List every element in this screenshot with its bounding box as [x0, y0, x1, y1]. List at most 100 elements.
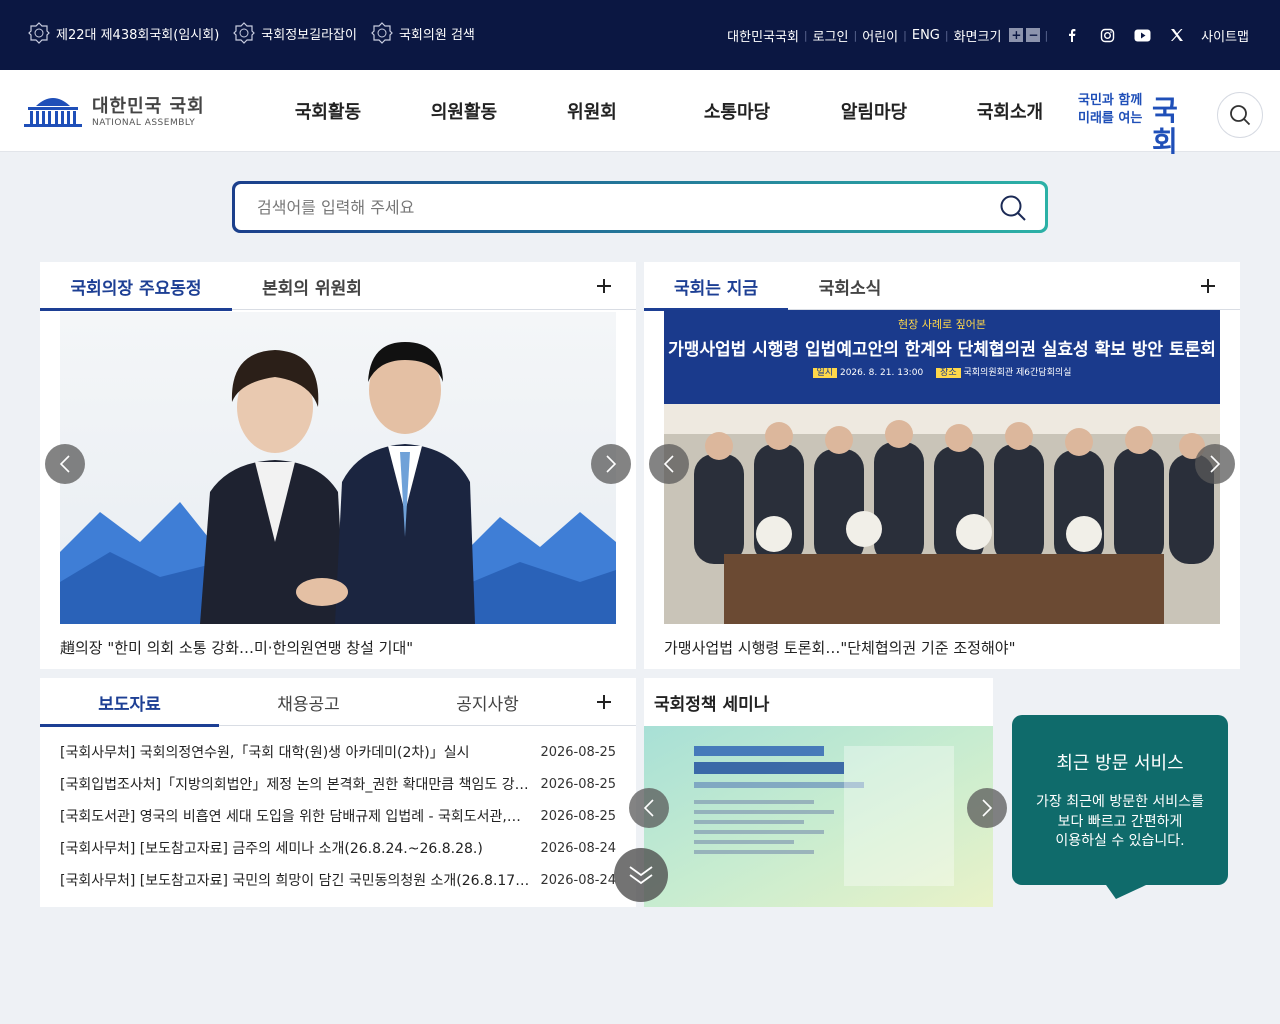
- chevron-right-icon: [606, 455, 617, 473]
- banner-date: 2026. 8. 21. 13:00: [839, 368, 924, 378]
- assembly-emblem-icon: [28, 22, 50, 44]
- more-plus-icon[interactable]: [594, 692, 614, 712]
- logo-korean-text: 대한민국 국회: [92, 96, 205, 117]
- nav-assembly-activity[interactable]: 국회활동: [260, 98, 396, 124]
- zoom-in-button[interactable]: +: [1009, 28, 1024, 42]
- header-search-button[interactable]: [1217, 92, 1263, 138]
- list-item[interactable]: [국회입법조사처]「지방의회법안」제정 논의 본격화_권한 확대만큼 책임도 강…: [60, 768, 616, 800]
- seminar-prev-button[interactable]: [629, 788, 669, 828]
- tab-recruitment[interactable]: 채용공고: [219, 678, 398, 726]
- zoom-out-button[interactable]: −: [1026, 28, 1041, 42]
- policy-seminar-panel: 국회정책 세미나: [629, 678, 1007, 907]
- global-navigation: 국회활동 의원활동 위원회 소통마당 알림마당 국회소개: [260, 98, 1094, 124]
- main-header: 대한민국 국회 NATIONAL ASSEMBLY 국회활동 의원활동 위원회 …: [0, 70, 1280, 157]
- speaker-news-caption[interactable]: 趙의장 "한미 의회 소통 강화…미·한의원연맹 창설 기대": [60, 637, 413, 658]
- list-item[interactable]: [국회사무처] [보도참고자료] 금주의 세미나 소개(26.8.24.~26.…: [60, 832, 616, 864]
- session-label: 제22대 제438회국회(임시회): [56, 27, 220, 43]
- banner-subtitle: 현장 사례로 짚어본: [898, 318, 986, 331]
- scroll-down-button[interactable]: [614, 848, 668, 902]
- tooltip-tail: [1097, 885, 1147, 899]
- logo-english-text: NATIONAL ASSEMBLY: [92, 118, 196, 128]
- slogan-line1: 국민과 함께: [1078, 93, 1143, 108]
- instagram-icon[interactable]: [1096, 24, 1118, 46]
- tab-notice[interactable]: 공지사항: [398, 678, 577, 726]
- nav-notice[interactable]: 알림마당: [822, 98, 926, 124]
- recent-service-desc-1: 가장 최근에 방문한 서비스를: [1036, 794, 1204, 810]
- search-submit-button[interactable]: [999, 194, 1027, 226]
- assembly-emblem-icon: [371, 22, 393, 44]
- tab-press-release[interactable]: 보도자료: [40, 678, 219, 727]
- search-icon: [1230, 105, 1251, 126]
- session-link[interactable]: 제22대 제438회국회(임시회): [28, 22, 219, 44]
- top-right-links: 대한민국국회 | 로그인 | 어린이 | ENG | 화면크기 + − | 사이트맵: [722, 24, 1254, 46]
- now-prev-button[interactable]: [649, 444, 689, 484]
- list-item[interactable]: [국회사무처] [보도참고자료] 국민의 희망이 담긴 국민동의청원 소개(26…: [60, 864, 616, 896]
- list-item[interactable]: [국회도서관] 영국의 비흡연 세대 도입을 위한 담배규제 입법례 - 국회도…: [60, 800, 616, 832]
- slogan-line2: 미래를 여는: [1078, 111, 1143, 127]
- assembly-now-photo[interactable]: 현장 사례로 짚어본 가맹사업법 시행령 입법예고안의 한계와 단체협의권 실효…: [664, 310, 1220, 624]
- chevron-left-icon: [59, 455, 70, 473]
- assembly-now-caption[interactable]: 가맹사업법 시행령 토론회…"단체협의권 기준 조정해야": [664, 637, 1015, 658]
- forum-banner: 현장 사례로 짚어본 가맹사업법 시행령 입법예고안의 한계와 단체협의권 실효…: [664, 310, 1220, 404]
- tab-assembly-now[interactable]: 국회는 지금: [644, 262, 788, 311]
- chevron-left-icon: [643, 799, 654, 817]
- assembly-emblem-icon: [233, 22, 256, 44]
- recent-service-tooltip[interactable]: 최근 방문 서비스 가장 최근에 방문한 서비스를 보다 빠르고 간편하게 이용…: [1012, 715, 1228, 899]
- kids-link[interactable]: 어린이: [857, 26, 903, 45]
- info-guide-label: 국회정보길라잡이: [261, 27, 357, 43]
- top-utility-bar: 제22대 제438회국회(임시회) 국회정보길라잡이 국회의원 검색 대한민국국…: [0, 0, 1280, 70]
- nav-committee[interactable]: 위원회: [532, 98, 652, 124]
- sitemap-link[interactable]: 사이트맵: [1196, 26, 1254, 45]
- more-plus-icon[interactable]: [1198, 276, 1218, 296]
- recent-service-desc-2: 보다 빠르고 간편하게: [1057, 813, 1183, 830]
- slogan: 국민과 함께 미래를 여는 국회: [1078, 93, 1178, 156]
- top-left-links: 제22대 제438회국회(임시회) 국회정보길라잡이 국회의원 검색: [28, 22, 475, 44]
- member-search-label: 국회의원 검색: [398, 27, 475, 43]
- banner-place-label: 장소: [936, 368, 961, 378]
- recent-service-desc-3: 이용하실 수 있습니다.: [1055, 833, 1185, 850]
- tab-assembly-news[interactable]: 국회소식: [788, 262, 912, 310]
- chevron-left-icon: [663, 455, 674, 473]
- youtube-icon[interactable]: [1131, 24, 1153, 46]
- banner-title: 가맹사업법 시행령 입법예고안의 한계와 단체협의권 실효성 확보 방안 토론회: [668, 340, 1216, 360]
- speaker-photo-image: [60, 312, 616, 624]
- banner-place: 국회의원회관 제6간담회의실: [963, 368, 1072, 378]
- seminar-next-button[interactable]: [967, 788, 1007, 828]
- english-link[interactable]: ENG: [907, 28, 945, 43]
- speaker-prev-button[interactable]: [45, 444, 85, 484]
- chevron-right-icon: [982, 799, 993, 817]
- list-item[interactable]: [국회사무처] 국회의정연수원,「국회 대학(원)생 아카데미(2차)」실시 20…: [60, 736, 616, 768]
- press-release-panel: 보도자료 채용공고 공지사항 [국회사무처] 국회의정연수원,「국회 대학(원)…: [40, 678, 636, 907]
- seminar-poster[interactable]: [644, 726, 993, 907]
- tab-speaker-activity[interactable]: 국회의장 주요동정: [40, 262, 232, 311]
- x-twitter-icon[interactable]: [1166, 24, 1188, 46]
- assembly-now-panel: 국회는 지금 국회소식 현장 사례로 짚어본 가맹사업법 시행령 입법예고안의 …: [644, 262, 1240, 669]
- recent-service-title: 최근 방문 서비스: [1056, 753, 1184, 774]
- login-link[interactable]: 로그인: [808, 26, 854, 45]
- member-search-link[interactable]: 국회의원 검색: [371, 22, 475, 44]
- forum-group-photo: [664, 404, 1220, 624]
- font-size-label: 화면크기: [953, 29, 1002, 45]
- speaker-news-panel: 국회의장 주요동정 본회의 위원회 趙의장 "한미 의회 소통 강화…미·한의원…: [40, 262, 636, 669]
- national-assembly-logo[interactable]: 대한민국 국회 NATIONAL ASSEMBLY: [22, 92, 205, 128]
- tab-plenary-committee[interactable]: 본회의 위원회: [232, 262, 392, 310]
- more-plus-icon[interactable]: [594, 276, 614, 296]
- assembly-building-icon: [24, 98, 82, 127]
- main-search-box: [232, 181, 1048, 233]
- nav-communication[interactable]: 소통마당: [652, 98, 822, 124]
- now-next-button[interactable]: [1195, 444, 1235, 484]
- banner-date-label: 일시: [812, 368, 838, 378]
- speaker-news-photo[interactable]: [60, 312, 616, 624]
- info-guide-link[interactable]: 국회정보길라잡이: [233, 22, 357, 44]
- national-assembly-link[interactable]: 대한민국국회: [722, 26, 804, 45]
- facebook-icon[interactable]: [1061, 24, 1083, 46]
- seminar-poster-image: [644, 726, 993, 907]
- slogan-big: 국회: [1152, 94, 1178, 158]
- nav-about[interactable]: 국회소개: [926, 98, 1094, 124]
- speaker-next-button[interactable]: [591, 444, 631, 484]
- main-search-input[interactable]: [235, 184, 975, 230]
- search-icon: [1000, 195, 1026, 221]
- nav-member-activity[interactable]: 의원활동: [396, 98, 532, 124]
- chevron-right-icon: [1210, 455, 1221, 473]
- seminar-title: 국회정책 세미나: [654, 695, 770, 715]
